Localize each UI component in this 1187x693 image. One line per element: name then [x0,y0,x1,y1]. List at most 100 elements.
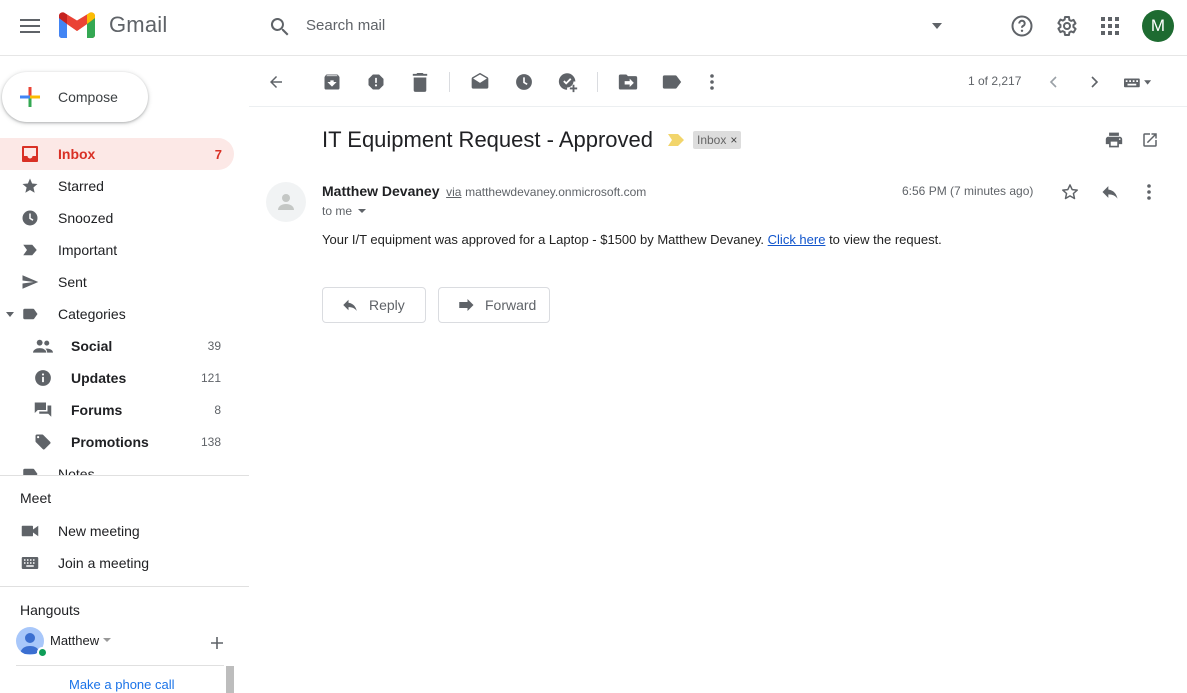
remove-label-icon[interactable]: × [730,133,737,147]
report-spam-button[interactable] [364,70,388,94]
show-details-icon[interactable] [358,208,367,214]
new-meeting-button[interactable]: New meeting [0,515,240,547]
move-to-button[interactable] [616,70,640,94]
gmail-m-icon [59,12,95,38]
message-more-button[interactable] [1147,184,1151,200]
hangouts-user-name: Matthew [50,633,100,648]
newer-button[interactable] [1042,70,1066,94]
forward-label: Forward [485,297,537,313]
keyboard-icon [1124,78,1152,88]
label-icon [20,304,40,324]
sidebar-item-label: Starred [58,178,104,194]
sidebar-item-snoozed[interactable]: Snoozed [0,202,234,234]
message-time: 6:56 PM (7 minutes ago) [902,184,1034,198]
open-in-new-icon [1143,133,1157,147]
sidebar-item-social[interactable]: Social 39 [0,330,234,362]
reply-label: Reply [369,297,405,313]
arrow-back-icon [270,76,282,88]
star-icon [20,176,40,196]
info-icon [33,368,53,388]
trash-icon [412,73,428,92]
sender-name[interactable]: Matthew Devaney [322,183,439,199]
people-icon [33,336,53,356]
sidebar-item-label: Categories [58,306,126,322]
reply-button[interactable]: Reply [322,287,426,323]
more-options-button[interactable] [700,70,724,94]
input-tools-button[interactable] [1121,70,1155,94]
sidebar-item-label: Forums [71,402,123,418]
more-vert-icon [710,74,714,90]
account-avatar[interactable]: M [1142,10,1174,42]
forward-icon [459,299,474,311]
join-meeting-label: Join a meeting [58,555,150,571]
sidebar-item-updates[interactable]: Updates 121 [0,362,234,394]
sidebar-item-label: Promotions [71,434,149,450]
sidebar-item-categories[interactable]: Categories [0,298,234,330]
plus-icon [20,87,40,107]
top-bar: Gmail M [0,0,1187,56]
online-status-dot [37,647,48,658]
older-button[interactable] [1082,70,1106,94]
new-meeting-label: New meeting [58,523,140,539]
compose-label: Compose [58,89,118,105]
apps-button[interactable] [1096,12,1124,40]
via-link[interactable]: via [446,185,461,199]
settings-button[interactable] [1052,12,1080,40]
open-new-window-button[interactable] [1141,131,1159,149]
reply-button-top[interactable] [1100,182,1120,202]
sidebar-item-inbox[interactable]: Inbox 7 [0,138,234,170]
important-marker-icon[interactable] [668,134,684,146]
compose-button[interactable]: Compose [2,72,148,122]
make-phone-call-link[interactable]: Make a phone call [69,677,175,692]
star-outline-icon [1062,184,1078,200]
toolbar-separator [597,72,598,92]
main-menu-button[interactable] [14,10,46,42]
chevron-right-icon [1091,76,1099,88]
archive-button[interactable] [320,70,344,94]
forum-icon [33,400,53,420]
sidebar-item-sent[interactable]: Sent [0,266,234,298]
print-all-button[interactable] [1104,131,1124,149]
delete-button[interactable] [408,70,432,94]
move-to-folder-icon [618,74,638,90]
sidebar-item-notes[interactable]: Notes [0,458,234,475]
star-button[interactable] [1060,182,1080,202]
videocam-icon [20,521,40,541]
clock-icon [516,74,532,90]
add-contact-icon[interactable] [210,636,224,650]
click-here-link[interactable]: Click here [768,232,826,247]
join-meeting-button[interactable]: Join a meeting [0,547,240,579]
sidebar-scroll-clip: Notes [0,458,249,475]
caret-down-icon[interactable] [103,637,111,643]
print-icon [1105,132,1123,148]
recipient-text: to me [322,204,353,218]
labels-button[interactable] [660,70,684,94]
recipient-line[interactable]: to me [322,204,367,218]
sidebar-item-label: Notes [58,466,95,475]
search-icon[interactable] [268,15,292,39]
sender-line: Matthew Devaney via matthewdevaney.onmic… [322,183,646,199]
caret-down-icon[interactable] [5,310,15,318]
sidebar-item-forums[interactable]: Forums 8 [0,394,234,426]
search-bar[interactable] [258,8,960,46]
snooze-button[interactable] [512,70,536,94]
toolbar-separator [449,72,450,92]
add-to-tasks-button[interactable] [556,70,580,94]
gmail-logo[interactable]: Gmail [59,11,167,39]
sidebar-item-starred[interactable]: Starred [0,170,234,202]
forward-button[interactable]: Forward [438,287,550,323]
hangouts-user[interactable]: Matthew [16,627,246,658]
sidebar-item-label: Sent [58,274,87,290]
tag-icon [33,432,53,452]
back-button[interactable] [264,70,288,94]
support-button[interactable] [1008,12,1036,40]
sidebar-scrollbar[interactable] [226,666,234,693]
mark-as-unread-button[interactable] [468,70,492,94]
inbox-icon [20,144,40,164]
search-options-icon[interactable] [930,19,944,33]
clock-icon [20,208,40,228]
person-icon [278,194,294,210]
sidebar-item-promotions[interactable]: Promotions 138 [0,426,234,458]
sidebar-item-important[interactable]: Important [0,234,234,266]
search-input[interactable] [306,17,866,34]
